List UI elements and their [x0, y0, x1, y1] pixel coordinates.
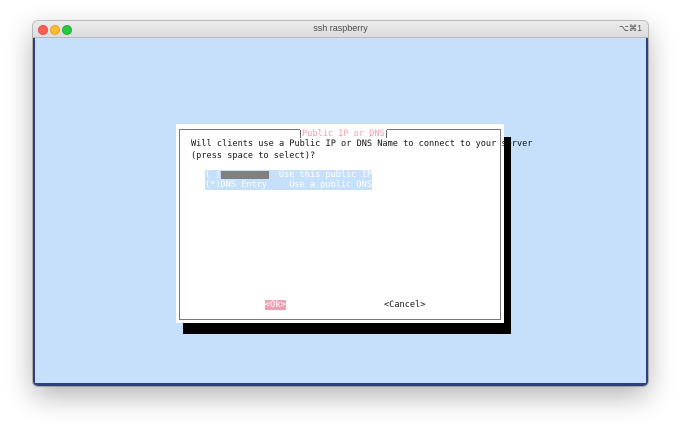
dialog-frame: Public IP or DNS Will clients use a Publ… — [179, 129, 532, 320]
ok-button[interactable]: <Ok> — [265, 300, 286, 310]
whiptail-dialog: Public IP or DNS Will clients use a Publ… — [176, 124, 532, 323]
option-public-ip[interactable]: ( ) Use this public IP — [205, 170, 372, 180]
radio-dns-entry[interactable]: (*) — [205, 180, 221, 190]
option-description: Use this public IP — [278, 170, 372, 180]
option-menu: ( ) Use this public IP (*) DNS Entry Use… — [205, 170, 372, 190]
window-shortcut-label: ⌥⌘1 — [618, 23, 642, 33]
prompt-line-2: (press space to select)? — [191, 150, 316, 161]
redacted-ip-label — [220, 171, 269, 179]
option-description: Use a public DNS — [289, 180, 372, 190]
prompt-line-1: Will clients use a Public IP or DNS Name… — [191, 139, 533, 149]
dialog-title: Public IP or DNS — [300, 129, 387, 139]
terminal-area[interactable]: Public IP or DNS Will clients use a Publ… — [33, 38, 648, 386]
terminal-window: ssh raspberry ⌥⌘1 Public IP or DNS Will … — [33, 21, 648, 386]
title-bar[interactable]: ssh raspberry ⌥⌘1 — [33, 21, 648, 38]
radio-public-ip[interactable]: ( ) — [205, 170, 221, 180]
dialog-prompt: Will clients use a Public IP or DNS Name… — [191, 139, 532, 162]
window-title: ssh raspberry — [313, 23, 368, 33]
option-label: DNS Entry — [220, 180, 268, 190]
option-dns-entry[interactable]: (*) DNS Entry Use a public DNS — [205, 180, 372, 190]
cancel-button[interactable]: <Cancel> — [384, 300, 425, 310]
